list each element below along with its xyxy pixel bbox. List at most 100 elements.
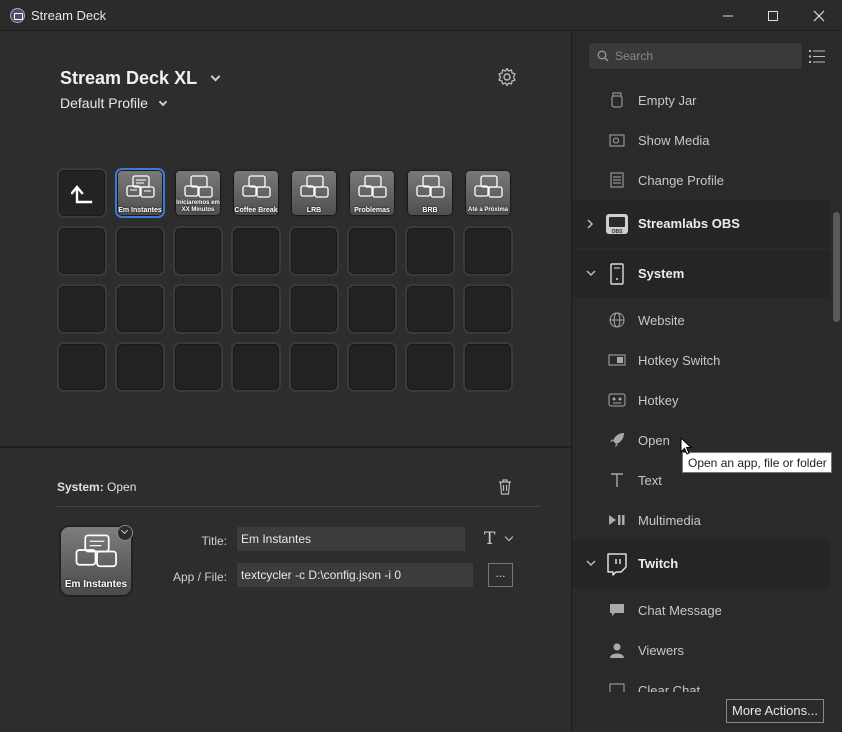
chevron-down-icon: [586, 560, 596, 567]
key-ate-a-proxima[interactable]: Até a Próxima: [463, 168, 513, 218]
chevron-down-icon: [120, 526, 129, 535]
empty-key[interactable]: [463, 226, 513, 276]
back-folder-key[interactable]: [57, 168, 107, 218]
streamlabs-icon: OBS: [606, 214, 628, 235]
empty-key[interactable]: [289, 226, 339, 276]
empty-key[interactable]: [231, 226, 281, 276]
back-arrow-icon: [71, 185, 93, 204]
scrollbar-thumb[interactable]: [833, 212, 840, 322]
chat-bubbles-icon: [474, 175, 503, 198]
close-button[interactable]: [796, 0, 842, 31]
more-actions-button[interactable]: More Actions...: [726, 699, 824, 723]
icon-menu-button[interactable]: [117, 525, 133, 541]
empty-key[interactable]: [405, 226, 455, 276]
rocket-icon: [610, 433, 624, 447]
empty-key[interactable]: [57, 226, 107, 276]
list-item-clear-chat[interactable]: Clear Chat: [572, 670, 830, 692]
key-lrb[interactable]: LRB: [289, 168, 339, 218]
category-label: Twitch: [638, 556, 679, 571]
empty-key[interactable]: [173, 342, 223, 392]
key-iniciaremos[interactable]: Iniciaremos em XX Minutos: [173, 168, 223, 218]
search-placeholder: Search: [615, 49, 654, 63]
list-item-show-media[interactable]: Show Media: [572, 120, 830, 160]
empty-key[interactable]: [405, 284, 455, 334]
empty-key[interactable]: [463, 284, 513, 334]
device-selector[interactable]: Stream Deck XL: [60, 68, 221, 89]
list-item-website[interactable]: Website: [572, 300, 830, 340]
chat-icon: [610, 604, 624, 616]
mouse-cursor-icon: [680, 437, 693, 455]
key-problemas[interactable]: Problemas: [347, 168, 397, 218]
empty-key[interactable]: [57, 342, 107, 392]
empty-key[interactable]: [347, 284, 397, 334]
list-item-label: Text: [638, 473, 662, 488]
chevron-down-icon: [586, 270, 596, 277]
list-item-label: Change Profile: [638, 173, 724, 188]
list-item-multimedia[interactable]: Multimedia: [572, 500, 830, 540]
empty-key[interactable]: [347, 226, 397, 276]
list-item-chat-message[interactable]: Chat Message: [572, 590, 830, 630]
hotkey-icon: [608, 393, 626, 407]
chevron-down-icon: [158, 97, 168, 107]
key-label: Até a Próxima: [467, 207, 509, 213]
category-streamlabs-obs[interactable]: OBS Streamlabs OBS: [572, 200, 830, 248]
trash-icon[interactable]: [497, 478, 513, 495]
title-format-button[interactable]: T: [484, 529, 513, 549]
list-item-viewers[interactable]: Viewers: [572, 630, 830, 670]
empty-key[interactable]: [289, 342, 339, 392]
key-icon-preview[interactable]: Em Instantes: [59, 525, 133, 597]
list-item-label: Empty Jar: [638, 93, 697, 108]
empty-key[interactable]: [57, 284, 107, 334]
gear-icon[interactable]: [497, 67, 517, 87]
key-label: Em Instantes: [118, 207, 162, 214]
empty-key[interactable]: [115, 342, 165, 392]
empty-key[interactable]: [347, 342, 397, 392]
category-system[interactable]: System: [572, 250, 830, 298]
empty-key[interactable]: [405, 342, 455, 392]
list-item-empty-jar[interactable]: Empty Jar: [572, 80, 830, 120]
empty-key[interactable]: [463, 342, 513, 392]
file-input[interactable]: textcycler -c D:\config.json -i 0: [237, 563, 473, 587]
list-item-label: Open: [638, 433, 670, 448]
empty-key[interactable]: [173, 226, 223, 276]
streamlabs-badge: OBS: [612, 229, 624, 235]
browse-button[interactable]: ...: [488, 563, 513, 587]
list-view-icon[interactable]: [809, 50, 825, 63]
minimize-icon: [723, 15, 733, 16]
category-twitch[interactable]: Twitch: [572, 540, 830, 588]
panel-splitter[interactable]: [0, 446, 571, 448]
empty-key[interactable]: [231, 342, 281, 392]
user-icon: [610, 643, 624, 658]
list-item-label: Show Media: [638, 133, 710, 148]
text-format-icon: T: [484, 529, 496, 549]
sidebar-scrollbar[interactable]: [831, 80, 842, 692]
empty-key[interactable]: [173, 284, 223, 334]
close-icon: [813, 10, 825, 21]
empty-key[interactable]: [115, 226, 165, 276]
list-item-label: Chat Message: [638, 603, 722, 618]
chat-bubbles-icon: [75, 534, 117, 568]
empty-key[interactable]: [231, 284, 281, 334]
category-label: Streamlabs OBS: [638, 216, 740, 231]
empty-key[interactable]: [115, 284, 165, 334]
divider: [57, 506, 540, 507]
list-item-change-profile[interactable]: Change Profile: [572, 160, 830, 200]
chevron-down-icon: [504, 532, 513, 542]
maximize-button[interactable]: [750, 0, 796, 31]
minimize-button[interactable]: [705, 0, 751, 31]
chevron-right-icon: [587, 219, 594, 229]
list-item-hotkey[interactable]: Hotkey: [572, 380, 830, 420]
twitch-icon: [607, 553, 627, 576]
key-em-instantes[interactable]: Em Instantes: [115, 168, 165, 218]
chat-bubbles-icon: [184, 175, 213, 198]
profile-selector[interactable]: Default Profile: [60, 95, 168, 111]
key-label: Iniciaremos em XX Minutos: [176, 200, 220, 213]
list-item-hotkey-switch[interactable]: Hotkey Switch: [572, 340, 830, 380]
empty-key[interactable]: [289, 284, 339, 334]
actions-list: Empty Jar Show Media Change Profile OBS …: [572, 80, 830, 692]
media-icon: [609, 134, 625, 147]
key-label: Coffee Break: [234, 207, 278, 214]
key-brb[interactable]: BRB: [405, 168, 455, 218]
key-coffee-break[interactable]: Coffee Break: [231, 168, 281, 218]
title-input[interactable]: Em Instantes: [237, 527, 465, 551]
